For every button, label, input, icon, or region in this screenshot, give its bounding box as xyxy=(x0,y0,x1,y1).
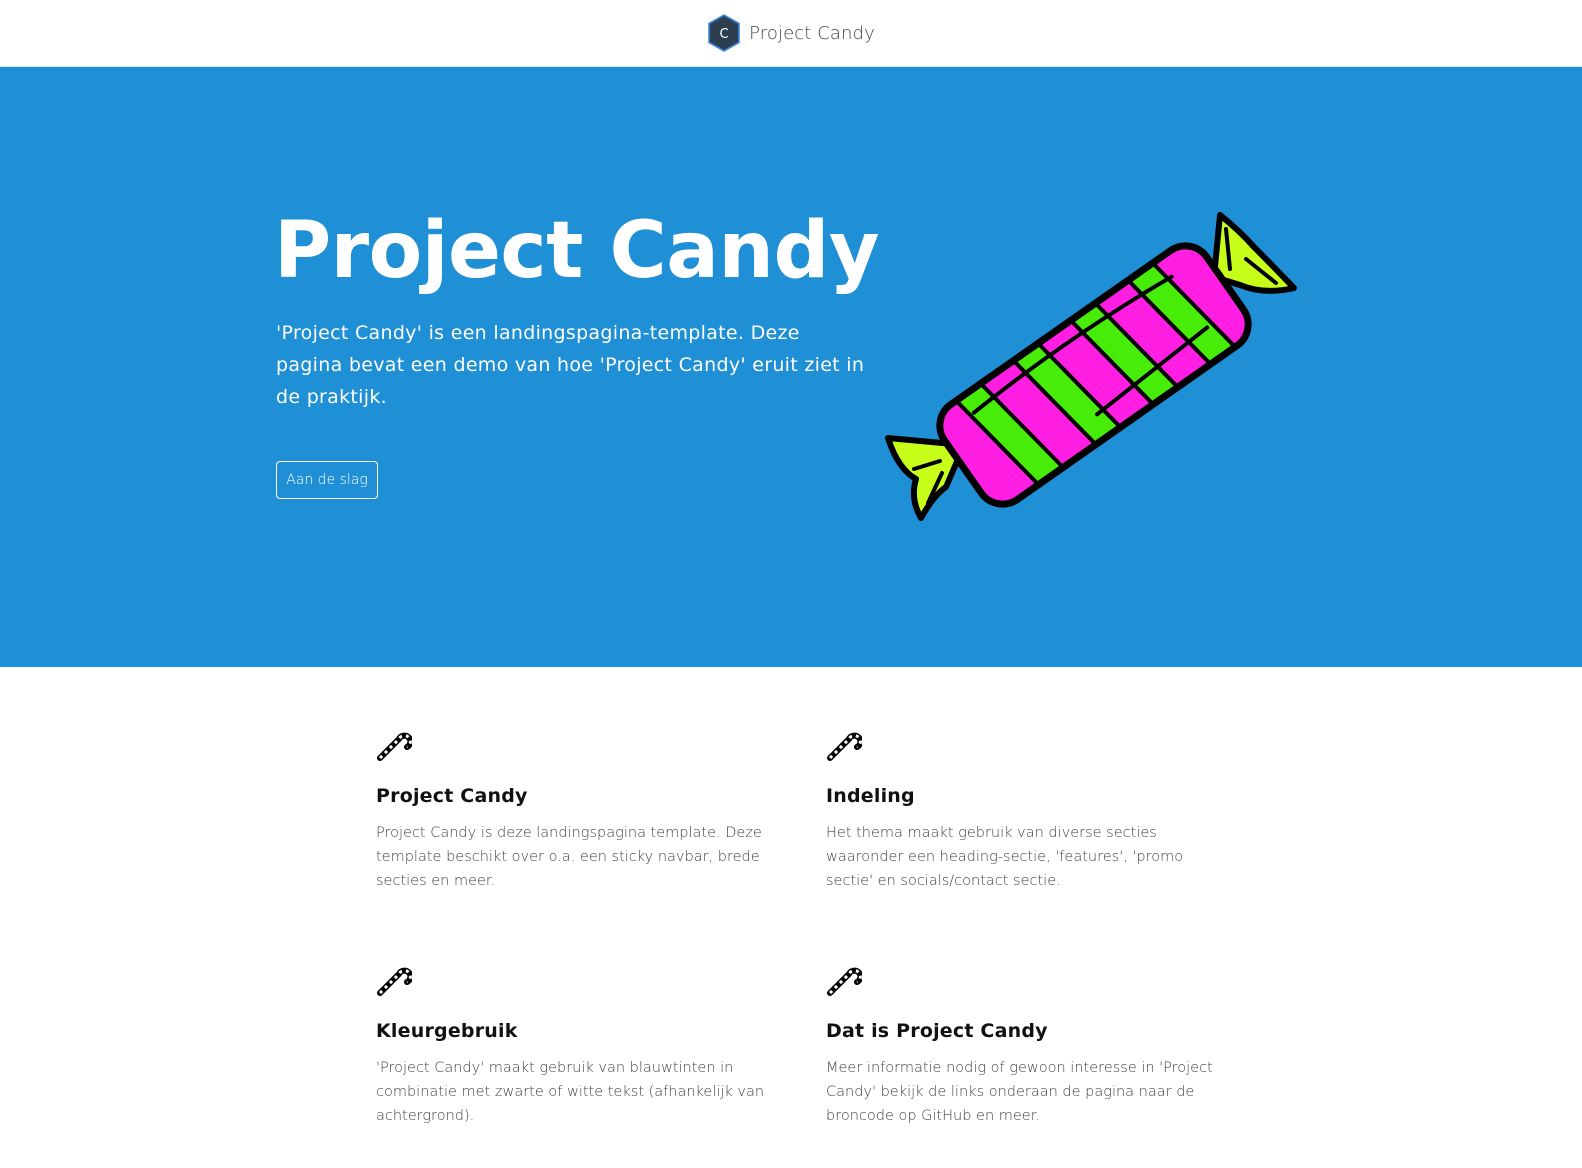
feature-title: Dat is Project Candy xyxy=(826,1020,1048,1042)
feature-text: Project Candy is deze landingspagina tem… xyxy=(376,825,762,889)
candy-cane-icon xyxy=(827,732,862,761)
candy-cane-icon xyxy=(377,967,412,996)
feature-title: Project Candy xyxy=(376,785,528,807)
hero-title: Project Candy xyxy=(274,206,880,296)
hero-section: Project Candy 'Project Candy' is een lan… xyxy=(0,67,1582,667)
brand-link[interactable]: C Project Candy xyxy=(707,14,875,52)
feature-title: Indeling xyxy=(826,785,915,807)
feature-card: Dat is Project Candy Meer informatie nod… xyxy=(826,962,1216,1128)
feature-card: Indeling Het thema maakt gebruik van div… xyxy=(826,727,1216,893)
feature-card: Kleurgebruik 'Project Candy' maakt gebru… xyxy=(376,962,766,1128)
feature-text: Het thema maakt gebruik van diverse sect… xyxy=(826,825,1184,889)
candy-cane-icon xyxy=(377,732,412,761)
hexagon-logo-icon: C xyxy=(708,14,740,52)
feature-card: Project Candy Project Candy is deze land… xyxy=(376,727,766,893)
navbar: C Project Candy xyxy=(0,0,1582,67)
candy-illustration xyxy=(885,212,1297,521)
hero-description: 'Project Candy' is een landingspagina-te… xyxy=(276,322,865,408)
get-started-button[interactable]: Aan de slag xyxy=(276,461,378,499)
feature-title: Kleurgebruik xyxy=(376,1020,518,1042)
feature-text: Meer informatie nodig of gewoon interess… xyxy=(826,1060,1213,1124)
candy-cane-icon xyxy=(827,967,862,996)
candy-body xyxy=(929,235,1259,515)
logo-letter: C xyxy=(720,27,729,42)
feature-text: 'Project Candy' maakt gebruik van blauwt… xyxy=(376,1060,765,1124)
features-section: Project Candy Project Candy is deze land… xyxy=(0,667,1582,1168)
brand-name: Project Candy xyxy=(749,22,875,44)
